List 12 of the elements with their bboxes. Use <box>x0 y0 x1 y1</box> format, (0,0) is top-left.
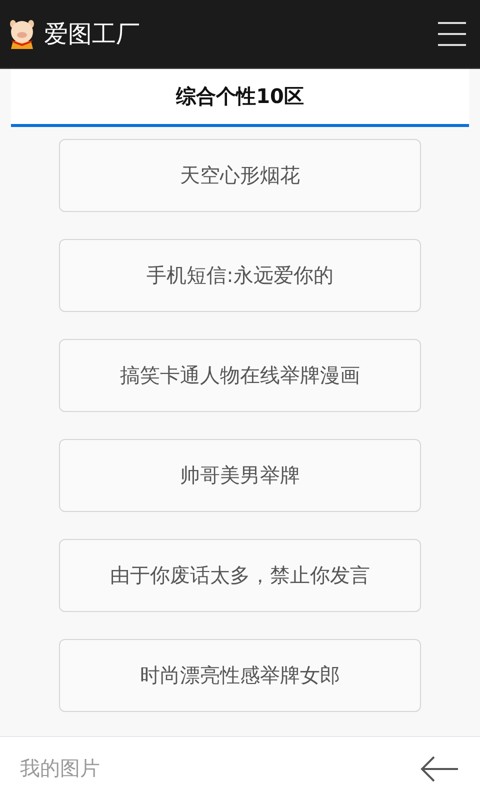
category-button[interactable]: 手机短信:永远爱你的 <box>59 239 421 312</box>
category-button[interactable]: 搞笑卡通人物在线举牌漫画 <box>59 339 421 412</box>
app-title: 爱图工厂 <box>44 19 141 50</box>
back-button[interactable] <box>420 754 460 784</box>
category-button[interactable]: 时尚漂亮性感举牌女郎 <box>59 639 421 712</box>
category-button[interactable]: 帅哥美男举牌 <box>59 439 421 512</box>
pig-mascot-icon <box>8 19 36 49</box>
back-arrow-icon <box>420 754 460 784</box>
section-title: 综合个性10区 <box>176 83 304 110</box>
category-button[interactable]: 天空心形烟花 <box>59 139 421 212</box>
category-button[interactable]: 由于你废话太多，禁止你发言 <box>59 539 421 612</box>
menu-button[interactable] <box>438 22 466 46</box>
